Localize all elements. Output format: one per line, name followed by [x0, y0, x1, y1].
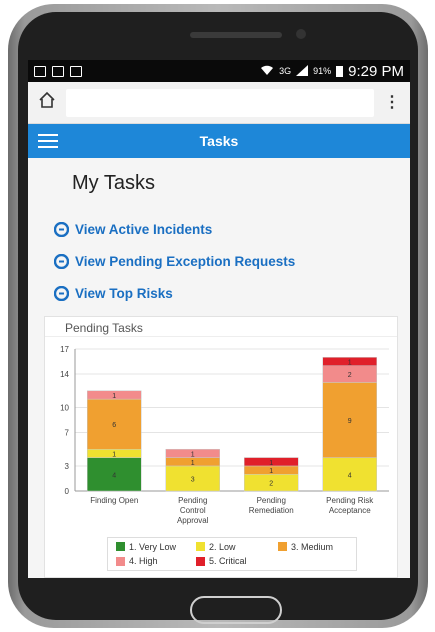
app-notification-icon: [70, 65, 82, 77]
battery-percent: 91%: [313, 66, 332, 76]
data-label: 6: [112, 422, 116, 429]
data-label: 2: [348, 372, 352, 379]
data-label: 3: [191, 476, 195, 483]
link-arrow-icon: [54, 253, 69, 269]
legend-item[interactable]: 5. Critical: [196, 556, 278, 568]
url-input[interactable]: [66, 88, 374, 117]
main-content: My Tasks View Active Incidents View Pend…: [28, 172, 410, 309]
link-arrow-icon: [54, 221, 69, 237]
x-tick-label: Pending: [257, 496, 286, 505]
battery-icon: [336, 65, 344, 77]
hamburger-menu-icon[interactable]: [38, 134, 58, 148]
wifi-icon: [260, 65, 274, 78]
x-tick-label: Pending Risk: [326, 496, 374, 505]
pending-tasks-chart: 0371014174161Finding Open311PendingContr…: [60, 345, 389, 525]
quick-links: View Active Incidents View Pending Excep…: [54, 213, 400, 309]
legend-swatch: [278, 542, 287, 552]
x-tick-label: Acceptance: [329, 506, 371, 515]
home-icon[interactable]: [38, 91, 56, 114]
link-active-incidents[interactable]: View Active Incidents: [54, 213, 400, 245]
data-label: 2: [269, 481, 273, 488]
link-top-risks[interactable]: View Top Risks: [54, 277, 400, 309]
signal-icon: [296, 64, 309, 78]
legend-swatch: [116, 542, 125, 552]
legend-item[interactable]: 1. Very Low: [116, 541, 196, 553]
data-label: 1: [348, 360, 352, 367]
legend-swatch: [196, 542, 205, 552]
x-tick-label: Approval: [177, 516, 209, 525]
legend-item[interactable]: 4. High: [116, 556, 196, 568]
y-tick-label: 7: [65, 429, 70, 438]
message-icon: [52, 65, 64, 77]
link-label: View Active Incidents: [75, 221, 213, 237]
y-tick-label: 10: [60, 403, 69, 412]
app-bar: Tasks: [28, 124, 410, 158]
page-title: My Tasks: [72, 172, 155, 194]
legend-item[interactable]: 3. Medium: [278, 541, 364, 553]
x-tick-label: Control: [180, 506, 206, 515]
legend-label: 1. Very Low: [129, 541, 177, 552]
data-label: 1: [112, 393, 116, 400]
y-tick-label: 14: [60, 370, 69, 379]
y-tick-label: 17: [60, 345, 69, 354]
status-bar: 3G 91% 9:29 PM: [28, 60, 410, 82]
clock: 9:29 PM: [348, 62, 404, 80]
network-type: 3G: [279, 66, 292, 76]
data-label: 1: [269, 460, 273, 467]
x-tick-label: Remediation: [249, 506, 294, 515]
legend-label: 2. Low: [209, 541, 236, 552]
data-label: 1: [191, 460, 195, 467]
front-camera: [296, 29, 306, 39]
y-tick-label: 0: [65, 487, 70, 496]
x-tick-label: Pending: [178, 496, 207, 505]
y-tick-label: 3: [65, 462, 70, 471]
data-label: 9: [348, 418, 352, 425]
overflow-menu-icon[interactable]: ⋮: [384, 94, 400, 110]
link-label: View Pending Exception Requests: [75, 253, 296, 269]
data-label: 1: [191, 451, 195, 458]
link-label: View Top Risks: [75, 285, 173, 301]
data-label: 4: [112, 472, 116, 479]
pending-tasks-panel: Pending Tasks 0 3 7 10 14 17 4 1 6 1 Finding Open 3…: [44, 316, 398, 578]
browser-url-bar: ⋮: [28, 82, 410, 124]
data-label: 1: [112, 451, 116, 458]
sim-icon: [34, 65, 46, 77]
x-tick-label: Finding Open: [90, 496, 138, 505]
data-label: 4: [348, 472, 352, 479]
link-pending-exception-requests[interactable]: View Pending Exception Requests: [54, 245, 400, 277]
chart-legend: 1. Very Low 2. Low 3. Medium 4. High 5. Crit…: [107, 537, 357, 571]
legend-swatch: [116, 556, 125, 566]
legend-label: 5. Critical: [209, 556, 247, 567]
legend-label: 4. High: [129, 556, 158, 567]
panel-title: Pending Tasks: [45, 317, 397, 337]
screen: 3G 91% 9:29 PM ⋮ Tasks My Tasks View Act…: [28, 60, 410, 578]
data-label: 1: [269, 468, 273, 475]
legend-label: 3. Medium: [291, 541, 334, 552]
home-button[interactable]: [190, 596, 282, 624]
app-bar-title: Tasks: [199, 133, 239, 149]
link-arrow-icon: [54, 285, 69, 301]
legend-swatch: [196, 556, 205, 566]
speaker-grille: [190, 32, 282, 38]
legend-item[interactable]: 2. Low: [196, 541, 278, 553]
